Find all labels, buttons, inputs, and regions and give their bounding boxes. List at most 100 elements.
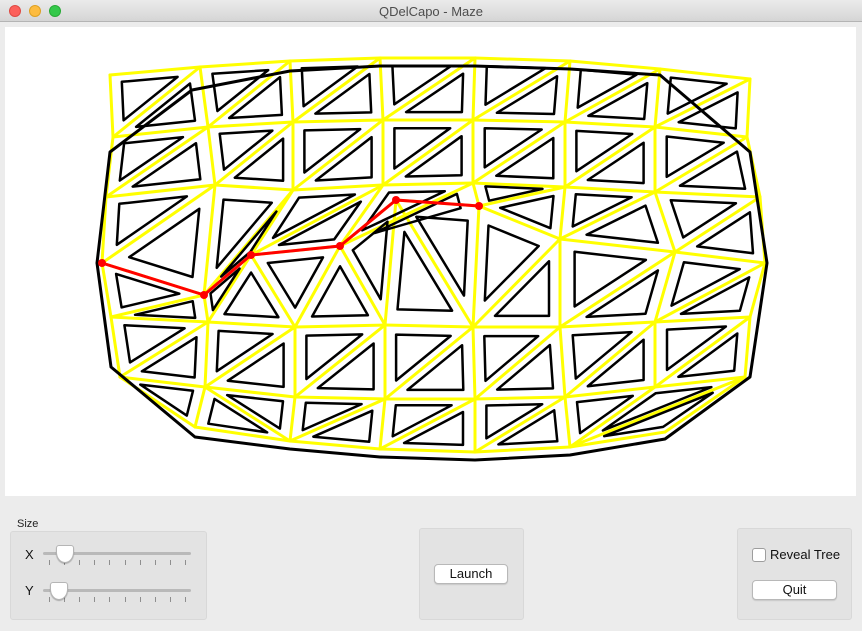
y-label: Y: [25, 583, 34, 598]
maze-cell-wall: [670, 261, 741, 307]
x-size-slider[interactable]: [43, 543, 191, 565]
tree-edge: [383, 323, 475, 329]
slider-tick: [185, 560, 186, 565]
tree-edge: [203, 320, 210, 389]
maze-walls-layer: [95, 64, 769, 462]
tree-edge: [558, 325, 567, 399]
slider-tick: [109, 560, 111, 565]
maze-cell-wall: [495, 136, 555, 180]
maze-cell-wall: [493, 260, 551, 318]
tree-edge: [338, 244, 387, 327]
tree-edge: [206, 320, 297, 329]
maze-cell-wall: [134, 82, 197, 129]
tree-edge: [473, 445, 572, 454]
maze-cell-wall: [233, 137, 285, 183]
tree-edge: [471, 325, 477, 401]
solution-node: [336, 242, 344, 250]
tree-edge: [653, 190, 762, 199]
solution-node: [98, 259, 106, 267]
y-slider-handle[interactable]: [49, 582, 68, 600]
maze-cell-wall: [300, 65, 359, 108]
tree-edge: [202, 293, 210, 324]
tree-edge: [743, 315, 752, 379]
reveal-tree-label[interactable]: Reveal Tree: [770, 547, 840, 562]
solution-node: [475, 202, 483, 210]
maze-cell-wall: [393, 126, 452, 170]
launch-button[interactable]: Launch: [434, 564, 508, 584]
maze-cell-wall: [585, 204, 660, 245]
tree-edge: [378, 447, 477, 454]
maze-cell-wall: [402, 410, 465, 447]
maze-cell-wall: [139, 383, 195, 417]
tree-edge: [653, 135, 749, 194]
slider-tick: [139, 560, 141, 565]
solution-node: [247, 251, 255, 259]
title-bar: QDelCapo - Maze: [0, 0, 862, 22]
maze-cell-wall: [301, 401, 363, 432]
tree-edge: [288, 395, 297, 443]
size-group-label: Size: [17, 518, 39, 530]
slider-tick: [169, 560, 171, 565]
maze-cell-wall: [305, 333, 364, 381]
options-group: [737, 528, 852, 620]
tree-edge: [563, 185, 657, 194]
tree-edge: [471, 118, 567, 124]
maze-cell-wall: [415, 215, 469, 297]
maze-cell-wall: [391, 64, 453, 106]
maze-cell-wall: [571, 330, 633, 380]
maze-cell-wall: [497, 409, 559, 446]
tree-edge: [288, 56, 382, 63]
tree-edge: [206, 125, 217, 187]
tree-edge: [563, 125, 657, 189]
maze-cell-wall: [227, 75, 284, 120]
maze-outer-wall: [95, 64, 769, 462]
slider-tick: [124, 597, 126, 602]
slider-tick: [94, 560, 96, 565]
solution-node: [200, 291, 208, 299]
slider-tick: [49, 597, 50, 602]
maze-cell-wall: [404, 134, 463, 178]
maze-cell-wall: [495, 74, 559, 116]
maze-cell-wall: [266, 256, 325, 309]
slider-tick: [124, 560, 126, 565]
maze-cell-wall: [314, 72, 373, 115]
tree-edge: [653, 315, 752, 324]
tree-edge: [108, 65, 202, 77]
tree-edge: [383, 325, 475, 401]
maze-cell-wall: [303, 127, 362, 174]
reveal-tree-checkbox[interactable]: [752, 548, 766, 562]
maze-cell-wall: [215, 329, 274, 373]
maze-cell-wall: [483, 334, 540, 383]
slider-tick: [79, 560, 81, 565]
slider-tick: [109, 597, 111, 602]
tree-edge: [563, 120, 657, 129]
maze-cell-wall: [396, 230, 454, 312]
maze-cell-wall: [120, 75, 179, 122]
maze-cell-wall: [406, 343, 465, 392]
window-title: QDelCapo - Maze: [378, 4, 484, 19]
solution-node: [392, 196, 400, 204]
x-label: X: [25, 547, 34, 562]
slider-tick: [79, 597, 81, 602]
maze-cell-wall: [314, 135, 373, 182]
tree-edge: [213, 183, 295, 192]
maze-cell-wall: [115, 195, 189, 247]
slider-tick: [185, 597, 186, 602]
maze-cell-wall: [586, 141, 645, 185]
tree-edge: [558, 185, 567, 241]
maze-canvas[interactable]: [5, 27, 856, 496]
maze-cell-wall: [316, 342, 375, 391]
slider-tick: [169, 597, 171, 602]
tree-edge: [293, 323, 387, 329]
y-size-slider[interactable]: [43, 580, 191, 602]
tree-edge: [471, 204, 481, 329]
tree-edge: [673, 195, 762, 254]
slider-tick: [94, 597, 96, 602]
tree-edge: [473, 395, 567, 401]
maze-drawing: [95, 56, 769, 462]
maze-cell-wall: [484, 64, 547, 106]
tree-edge: [202, 183, 217, 297]
slider-tick: [49, 560, 50, 565]
quit-button[interactable]: Quit: [752, 580, 837, 600]
maze-cell-wall: [585, 269, 660, 319]
